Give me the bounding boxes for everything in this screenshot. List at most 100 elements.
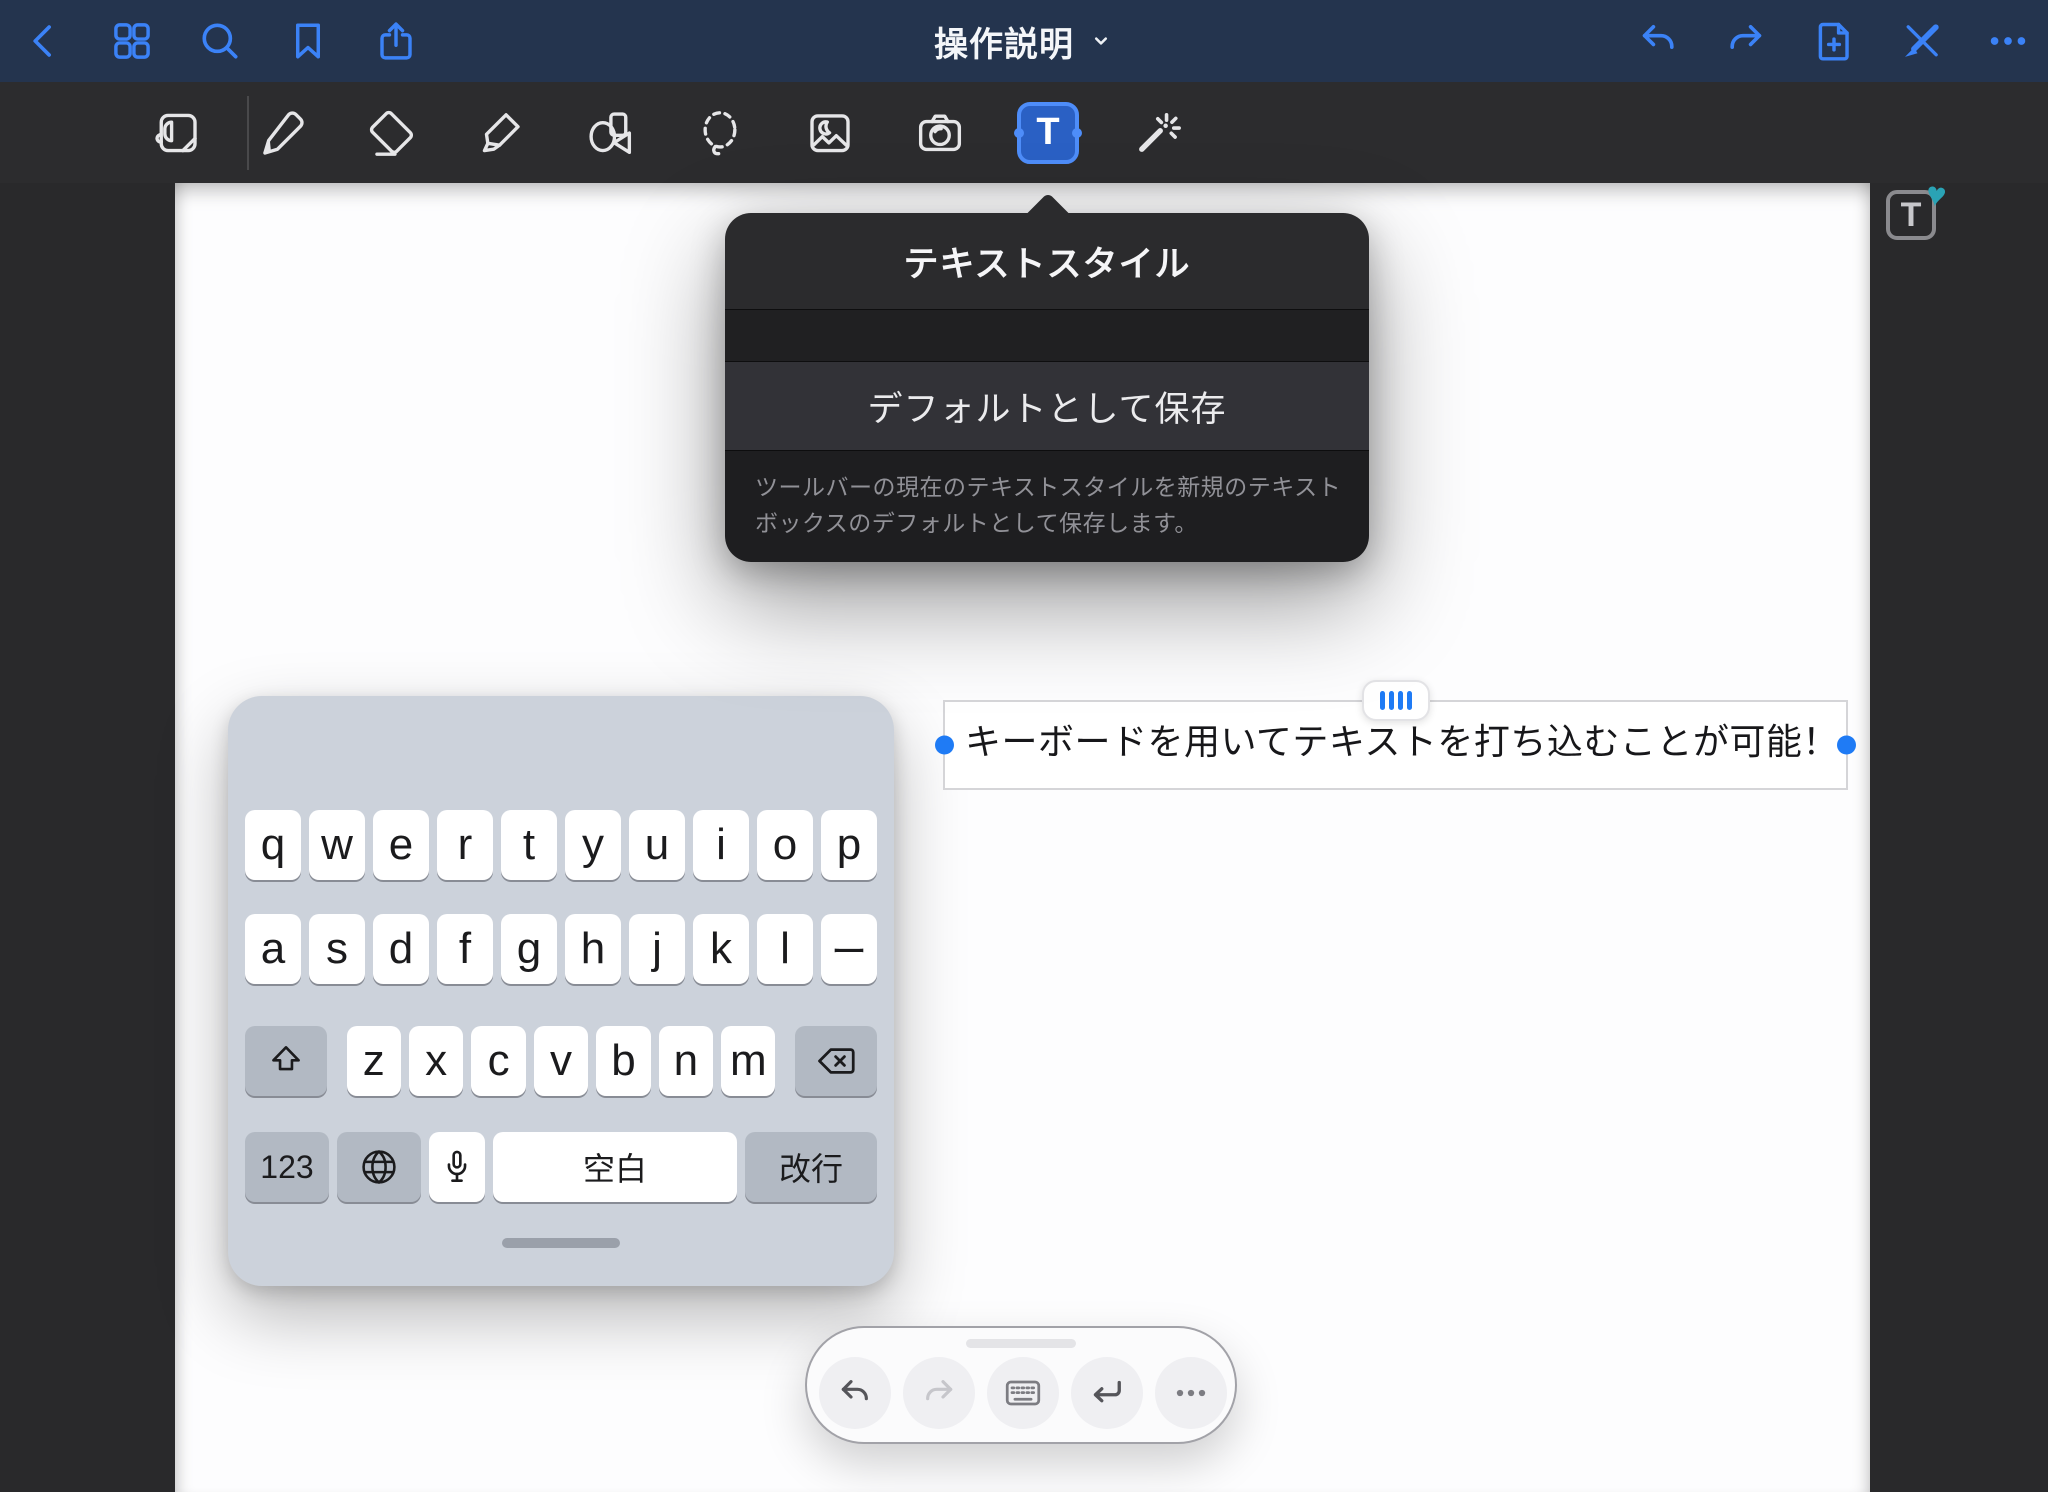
search-button[interactable]	[190, 11, 250, 71]
text-style-popover: テキストスタイル デフォルトとして保存 ツールバーの現在のテキストスタイルを新規…	[725, 213, 1369, 562]
backspace-icon	[814, 1039, 858, 1083]
key-c[interactable]: c	[471, 1026, 525, 1096]
popover-footer: ツールバーの現在のテキストスタイルを新規のテキストボックスのデフォルトとして保存…	[725, 450, 1369, 562]
key-m[interactable]: m	[721, 1026, 775, 1096]
key-j[interactable]: j	[629, 914, 685, 984]
key-w[interactable]: w	[309, 810, 365, 880]
numbers-key[interactable]: 123	[245, 1132, 329, 1202]
bookmark-button[interactable]	[278, 11, 338, 71]
keyboard-row-2: a s d f g h j k l ー	[245, 914, 877, 984]
key-b[interactable]: b	[596, 1026, 650, 1096]
key-y[interactable]: y	[565, 810, 621, 880]
floating-keyboard[interactable]: q w e r t y u i o p a s d f g h j k l ー	[228, 696, 894, 1286]
redo-button[interactable]	[1716, 11, 1776, 71]
key-g[interactable]: g	[501, 914, 557, 984]
highlighter-tool[interactable]	[468, 101, 532, 165]
resize-handle-right[interactable]	[1837, 736, 1856, 755]
redo-button-floating[interactable]	[903, 1357, 975, 1429]
camera-icon	[913, 106, 967, 160]
key-long-vowel[interactable]: ー	[821, 914, 877, 984]
redo-icon	[919, 1373, 959, 1413]
laser-pointer-tool[interactable]	[1126, 101, 1190, 165]
keyboard-icon	[1001, 1371, 1045, 1415]
grid-icon	[109, 18, 155, 64]
key-t[interactable]: t	[501, 810, 557, 880]
key-d[interactable]: d	[373, 914, 429, 984]
lasso-tool[interactable]	[688, 101, 752, 165]
keyboard-row-1: q w e r t y u i o p	[245, 810, 877, 880]
key-v[interactable]: v	[534, 1026, 588, 1096]
camera-tool[interactable]	[908, 101, 972, 165]
text-tool-glyph: T	[1036, 111, 1059, 154]
key-u[interactable]: u	[629, 810, 685, 880]
highlighter-icon	[473, 106, 527, 160]
globe-icon	[357, 1145, 401, 1189]
more-options-button[interactable]	[1155, 1357, 1227, 1429]
key-z[interactable]: z	[347, 1026, 401, 1096]
drag-bar	[1389, 691, 1394, 710]
key-l[interactable]: l	[757, 914, 813, 984]
key-i[interactable]: i	[693, 810, 749, 880]
pen-tool[interactable]	[250, 101, 314, 165]
undo-button[interactable]	[1628, 11, 1688, 71]
more-button[interactable]	[1978, 11, 2038, 71]
keyboard-row-4: 123 空白 改行	[245, 1132, 877, 1202]
toolbar-drag-handle[interactable]	[966, 1339, 1076, 1348]
key-k[interactable]: k	[693, 914, 749, 984]
popover-description: ツールバーの現在のテキストスタイルを新規のテキストボックスのデフォルトとして保存…	[755, 469, 1345, 541]
share-button[interactable]	[366, 11, 426, 71]
eraser-tool[interactable]	[358, 101, 422, 165]
back-button[interactable]	[14, 11, 74, 71]
save-as-default-button[interactable]: デフォルトとして保存	[725, 362, 1369, 450]
selection-dot-left	[1014, 128, 1024, 138]
text-box[interactable]: キーボードを用いてテキストを打ち込むことが可能！	[943, 700, 1848, 790]
shapes-icon	[583, 106, 637, 160]
globe-key[interactable]	[337, 1132, 421, 1202]
backspace-key[interactable]	[795, 1026, 877, 1096]
resize-handle-left[interactable]	[935, 736, 954, 755]
key-s[interactable]: s	[309, 914, 365, 984]
key-r[interactable]: r	[437, 810, 493, 880]
drag-bar	[1380, 691, 1385, 710]
space-key[interactable]: 空白	[493, 1132, 737, 1202]
key-e[interactable]: e	[373, 810, 429, 880]
text-tool-selected[interactable]: T	[1017, 102, 1079, 164]
shapes-tool[interactable]	[578, 101, 642, 165]
keyboard-drag-handle[interactable]	[502, 1238, 620, 1248]
text-box-drag-handle[interactable]	[1362, 680, 1430, 721]
app-window: 操作説明	[0, 0, 2048, 1492]
eraser-icon	[363, 106, 417, 160]
key-q[interactable]: q	[245, 810, 301, 880]
zoom-window-icon	[150, 106, 204, 160]
key-o[interactable]: o	[757, 810, 813, 880]
zoom-window-tool[interactable]	[145, 101, 209, 165]
key-h[interactable]: h	[565, 914, 621, 984]
favorite-style-glyph: T	[1901, 196, 1922, 235]
undo-button-floating[interactable]	[819, 1357, 891, 1429]
dictation-key[interactable]	[429, 1132, 485, 1202]
key-n[interactable]: n	[659, 1026, 713, 1096]
nav-bar: 操作説明	[0, 0, 2048, 82]
favorite-text-style-button[interactable]: T ♥	[1886, 190, 1936, 240]
shift-key[interactable]	[245, 1026, 327, 1096]
key-p[interactable]: p	[821, 810, 877, 880]
return-button[interactable]	[1071, 1357, 1143, 1429]
key-a[interactable]: a	[245, 914, 301, 984]
return-key[interactable]: 改行	[745, 1132, 877, 1202]
thumbnails-button[interactable]	[102, 11, 162, 71]
add-page-icon	[1811, 18, 1857, 64]
key-f[interactable]: f	[437, 914, 493, 984]
laser-pointer-icon	[1131, 106, 1185, 160]
bookmark-icon	[286, 19, 330, 63]
hide-keyboard-button[interactable]	[987, 1357, 1059, 1429]
add-page-button[interactable]	[1804, 11, 1864, 71]
tool-bar: T YuGo-Medium 30 T ♥	[0, 82, 2048, 183]
toolbar-buttons	[819, 1357, 1227, 1429]
popover-title: テキストスタイル	[904, 236, 1191, 287]
document-title: 操作説明	[934, 17, 1074, 66]
image-tool[interactable]	[798, 101, 862, 165]
floating-toolbar[interactable]	[805, 1326, 1237, 1444]
drag-bar	[1407, 691, 1412, 710]
key-x[interactable]: x	[409, 1026, 463, 1096]
stylus-mode-button[interactable]	[1892, 11, 1952, 71]
